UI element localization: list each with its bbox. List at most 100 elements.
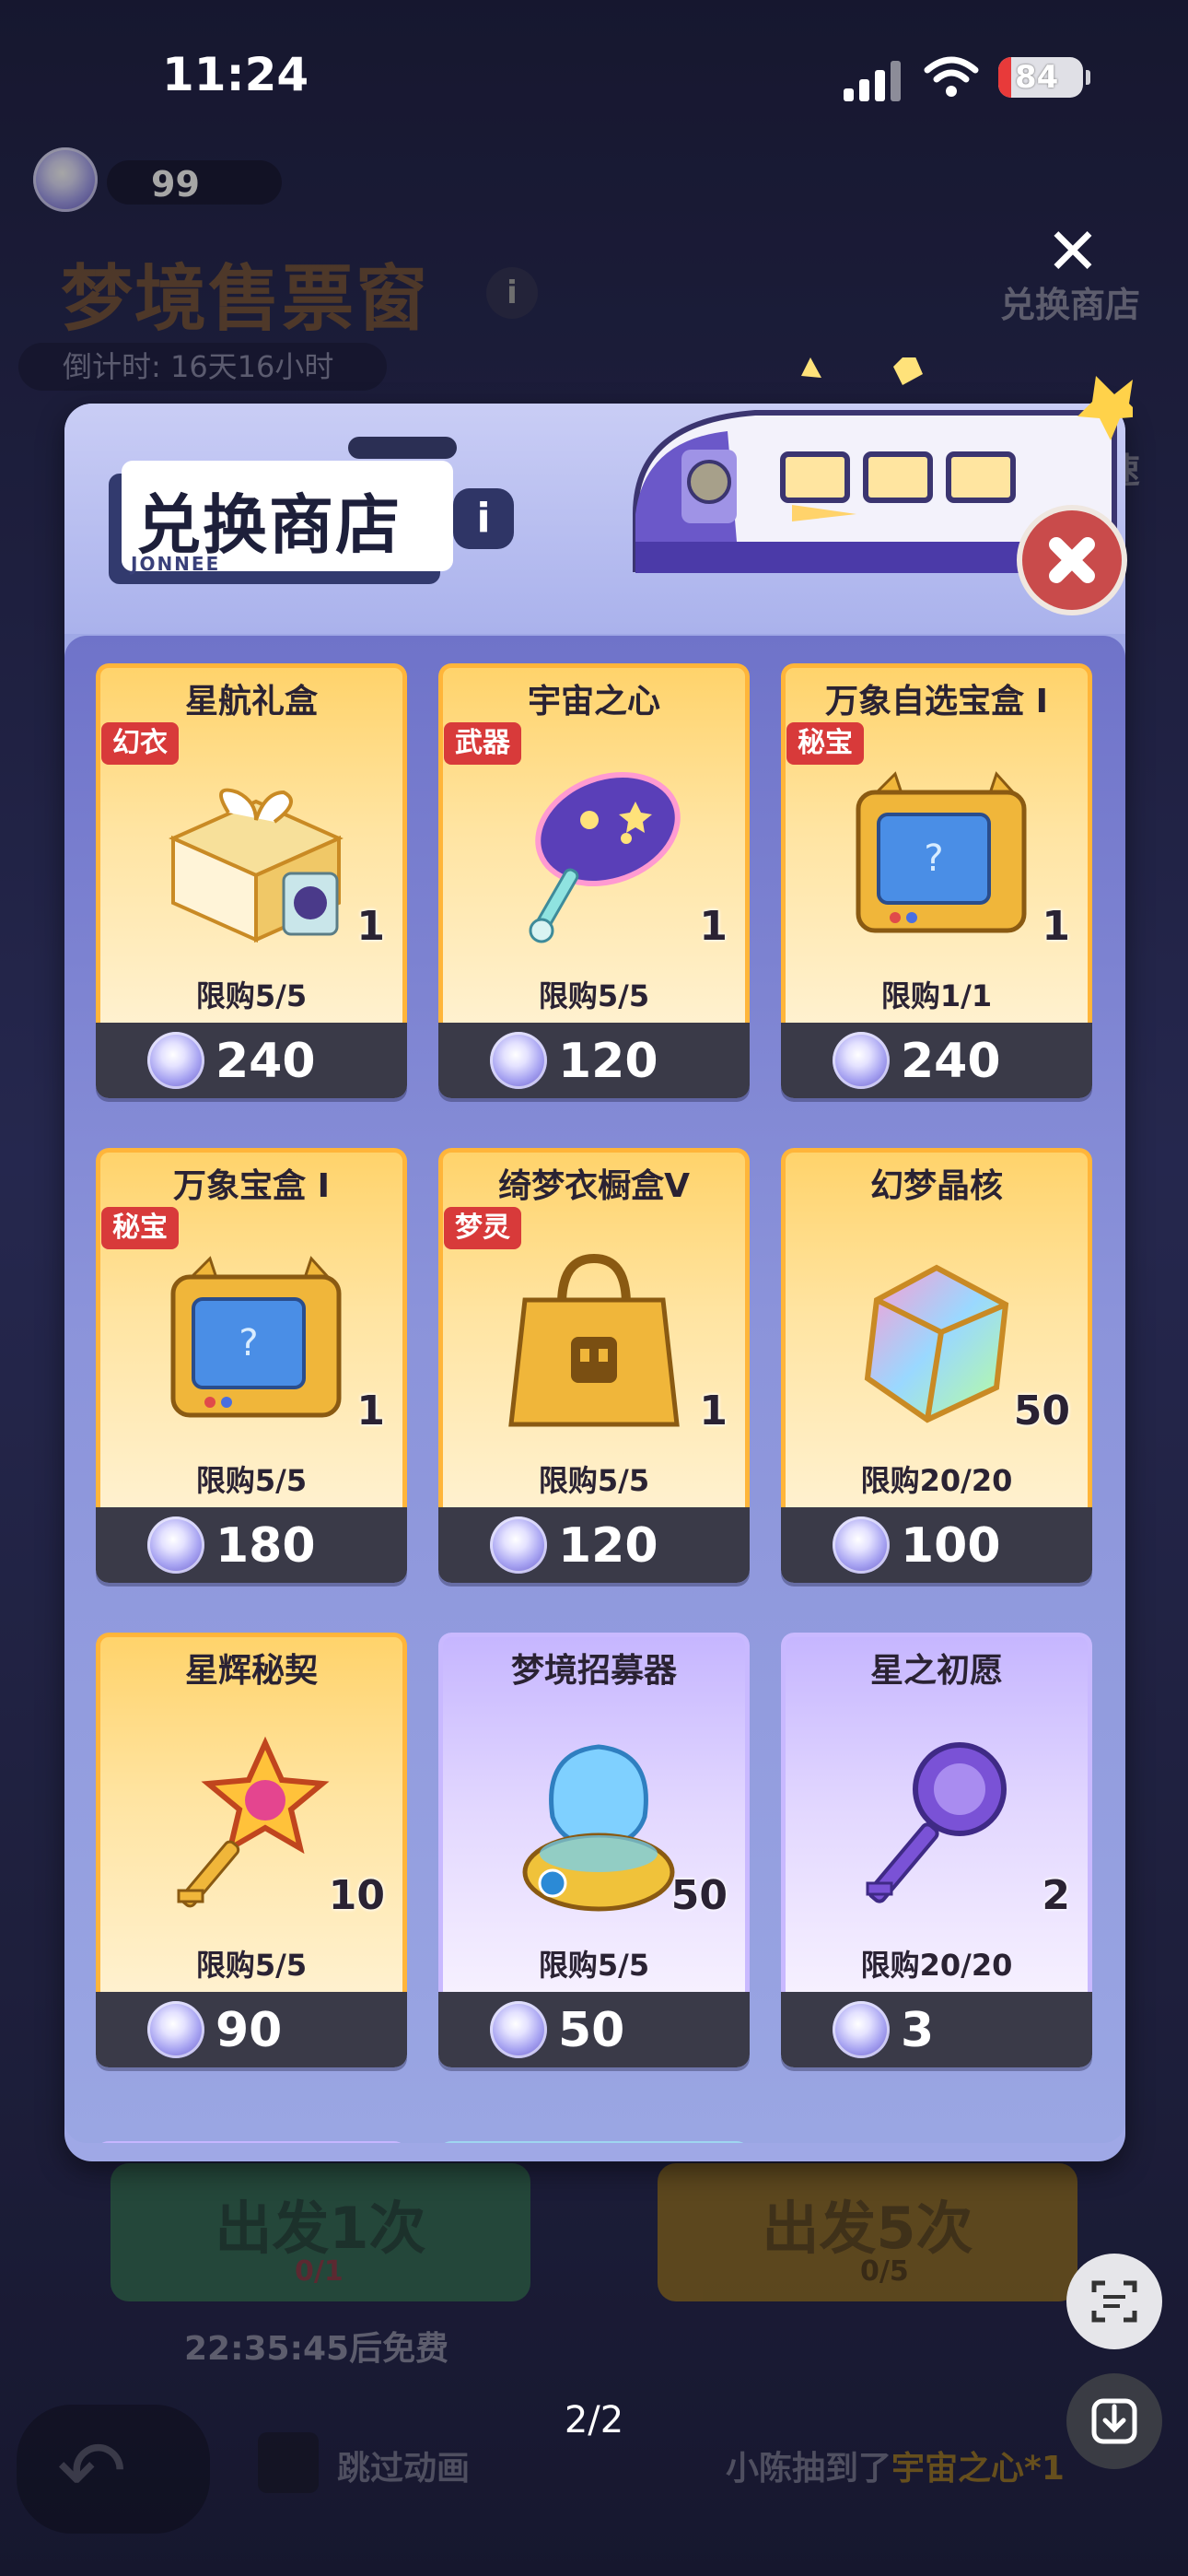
purchase-limit: 限购20/20 bbox=[860, 1463, 1013, 1498]
dream-coin-icon bbox=[833, 1516, 890, 1574]
shop-item-card[interactable]: 万象宝盒 I 秘宝 ? 1 限购5/5 180 bbox=[96, 1148, 407, 1583]
price-bar: 100 bbox=[781, 1507, 1092, 1583]
purchase-limit: 限购5/5 bbox=[538, 1463, 650, 1498]
dream-coin-icon bbox=[147, 1516, 204, 1574]
gift-box-icon bbox=[169, 788, 344, 943]
shop-info-icon[interactable]: i bbox=[453, 488, 514, 549]
shop-item-card[interactable]: 星辉秘契 10 限购5/5 90 bbox=[96, 1633, 407, 2067]
item-name: 绮梦衣橱盒V bbox=[498, 1167, 690, 1205]
shop-item-card[interactable]: 星之初愿 2 限购20/20 3 bbox=[781, 1633, 1092, 2067]
cosmic-fan-icon bbox=[529, 772, 681, 943]
item-quantity: 10 bbox=[328, 1872, 385, 1919]
dream-coin-icon bbox=[490, 1032, 547, 1089]
item-price: 240 bbox=[215, 1034, 316, 1089]
exchange-shop-modal: 兑换商店 JONNEE i 星航礼盒 幻衣 1 限购5/5 240 宇宙之心 武… bbox=[64, 357, 1133, 2161]
price-bar: 50 bbox=[438, 1992, 750, 2067]
shop-item-card[interactable]: 绮梦衣橱盒V 梦灵 1 限购5/5 120 bbox=[438, 1148, 750, 1583]
tv-box-icon: ? bbox=[856, 771, 1027, 933]
shop-item-card[interactable]: 万象自选宝盒 I 秘宝 ? 1 限购1/1 240 bbox=[781, 663, 1092, 1098]
item-price: 120 bbox=[558, 1034, 658, 1089]
header-notch bbox=[348, 437, 457, 459]
item-category-badge: 秘宝 bbox=[786, 722, 864, 765]
item-name: 星之初愿 bbox=[869, 1652, 1003, 1690]
purchase-limit: 限购1/1 bbox=[880, 978, 993, 1013]
next-row-card bbox=[96, 2141, 407, 2143]
item-price: 120 bbox=[558, 1518, 658, 1574]
page-indicator: 2/2 bbox=[564, 2399, 624, 2441]
price-bar: 240 bbox=[96, 1023, 407, 1098]
item-price: 100 bbox=[901, 1518, 1001, 1574]
shop-item-card[interactable]: 梦境招募器 50 限购5/5 50 bbox=[438, 1633, 750, 2067]
item-name: 宇宙之心 bbox=[527, 683, 660, 720]
shop-item-card[interactable]: 宇宙之心 武器 1 限购5/5 120 bbox=[438, 663, 750, 1098]
battery-icon: 84 bbox=[998, 57, 1090, 98]
purchase-limit: 限购20/20 bbox=[860, 1948, 1013, 1983]
shopping-bag-icon bbox=[508, 1253, 680, 1427]
price-bar: 180 bbox=[96, 1507, 407, 1583]
modal-close-button[interactable] bbox=[1017, 505, 1127, 615]
item-quantity: 1 bbox=[356, 1388, 385, 1434]
wifi-icon bbox=[924, 56, 979, 97]
tv-box-icon: ? bbox=[170, 1256, 342, 1418]
purchase-limit: 限购5/5 bbox=[195, 1948, 308, 1983]
cellular-signal-icon bbox=[844, 61, 901, 101]
download-button[interactable] bbox=[1066, 2373, 1162, 2469]
price-bar: 240 bbox=[781, 1023, 1092, 1098]
shop-item-card[interactable]: 星航礼盒 幻衣 1 限购5/5 240 bbox=[96, 663, 407, 1098]
purchase-limit: 限购5/5 bbox=[538, 1948, 650, 1983]
download-icon bbox=[1091, 2398, 1137, 2444]
title-plate: 兑换商店 JONNEE bbox=[122, 461, 453, 575]
item-grid: 星航礼盒 幻衣 1 限购5/5 240 宇宙之心 武器 1 限购5/5 120 … bbox=[64, 636, 1125, 2143]
item-category-badge: 幻衣 bbox=[101, 722, 179, 765]
item-name: 幻梦晶核 bbox=[869, 1167, 1003, 1205]
scan-text-button[interactable] bbox=[1066, 2254, 1162, 2349]
item-quantity: 1 bbox=[356, 903, 385, 950]
clock: 11:24 bbox=[162, 48, 309, 101]
shop-item-card[interactable]: 幻梦晶核 50 限购20/20 100 bbox=[781, 1148, 1092, 1583]
price-bar: 90 bbox=[96, 1992, 407, 2067]
price-bar: 3 bbox=[781, 1992, 1092, 2067]
viewer-close-icon[interactable]: ✕ bbox=[1041, 219, 1105, 284]
status-bar: 11:24 84 bbox=[0, 0, 1188, 147]
item-name: 星辉秘契 bbox=[184, 1652, 318, 1690]
svg-text:?: ? bbox=[924, 837, 943, 880]
dream-coin-icon bbox=[490, 2001, 547, 2058]
item-category-badge: 武器 bbox=[444, 722, 521, 765]
star-key-icon bbox=[177, 1736, 330, 1908]
item-quantity: 1 bbox=[699, 903, 728, 950]
item-category-badge: 秘宝 bbox=[101, 1207, 179, 1249]
item-quantity: 50 bbox=[1013, 1388, 1070, 1434]
dream-coin-icon bbox=[147, 2001, 204, 2058]
item-category-badge: 梦灵 bbox=[444, 1207, 521, 1249]
item-price: 50 bbox=[558, 2003, 625, 2058]
item-price: 180 bbox=[215, 1518, 316, 1574]
scan-text-icon bbox=[1091, 2280, 1137, 2323]
item-name: 梦境招募器 bbox=[510, 1652, 677, 1690]
item-quantity: 50 bbox=[670, 1872, 728, 1919]
purchase-limit: 限购5/5 bbox=[195, 1463, 308, 1498]
dream-coin-icon bbox=[147, 1032, 204, 1089]
recruiter-icon bbox=[522, 1744, 675, 1912]
svg-text:?: ? bbox=[239, 1322, 258, 1364]
item-price: 240 bbox=[901, 1034, 1001, 1089]
brand-logo: JONNEE bbox=[131, 553, 221, 575]
dream-coin-icon bbox=[833, 2001, 890, 2058]
item-quantity: 2 bbox=[1042, 1872, 1070, 1919]
item-name: 万象宝盒 I bbox=[173, 1167, 330, 1205]
item-name: 万象自选宝盒 I bbox=[825, 683, 1048, 720]
next-row-card bbox=[438, 2141, 750, 2143]
item-name: 星航礼盒 bbox=[184, 683, 318, 720]
item-price: 90 bbox=[215, 2003, 283, 2058]
dream-coin-icon bbox=[490, 1516, 547, 1574]
purchase-limit: 限购5/5 bbox=[538, 978, 650, 1013]
purple-key-icon bbox=[866, 1742, 1007, 1903]
item-quantity: 1 bbox=[1042, 903, 1070, 950]
price-bar: 120 bbox=[438, 1507, 750, 1583]
battery-level: 84 bbox=[1015, 59, 1059, 96]
price-bar: 120 bbox=[438, 1023, 750, 1098]
dream-coin-icon bbox=[833, 1032, 890, 1089]
item-price: 3 bbox=[901, 2003, 935, 2058]
crystal-core-icon bbox=[864, 1264, 1009, 1423]
item-quantity: 1 bbox=[699, 1388, 728, 1434]
purchase-limit: 限购5/5 bbox=[195, 978, 308, 1013]
